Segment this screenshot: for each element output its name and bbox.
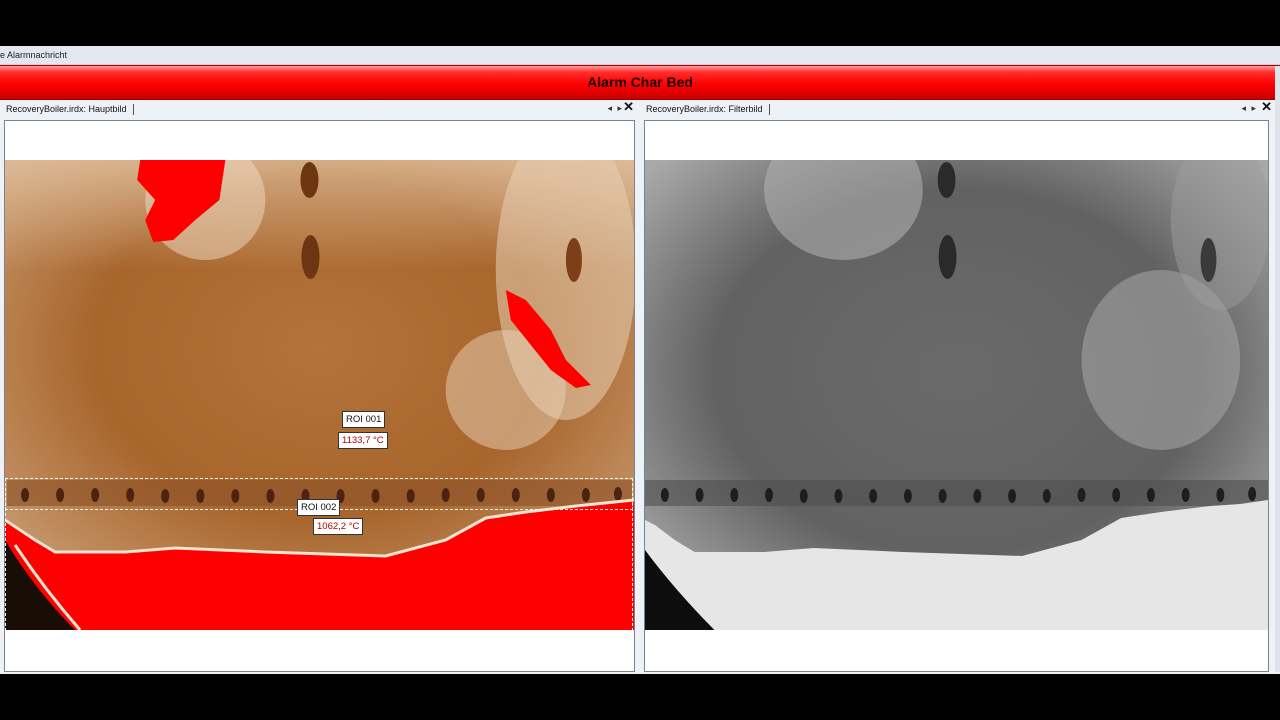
tab-next-icon[interactable]: ▸ xyxy=(1251,102,1256,114)
tab-next-icon[interactable]: ▸ xyxy=(617,102,622,114)
alarm-banner: Alarm Char Bed xyxy=(0,65,1280,100)
filter-image-panel: RecoveryBoiler.irdx: Filterbild ◂ ▸ ✕ xyxy=(640,100,1276,674)
roi-002-temperature: 1062,2 °C xyxy=(313,518,364,535)
main-image-tabbar: RecoveryBoiler.irdx: Hauptbild ◂ ▸ ✕ xyxy=(0,100,638,119)
roi-001-label: ROI 001 xyxy=(342,411,386,428)
filter-image-tabbar: RecoveryBoiler.irdx: Filterbild ◂ ▸ ✕ xyxy=(640,100,1276,119)
alarm-message-strip[interactable]: lle Alarmnachricht xyxy=(0,46,1280,65)
application-window: lle Alarmnachricht Alarm Char Bed Recove… xyxy=(0,46,1280,674)
alarm-title: Alarm Char Bed xyxy=(587,74,693,90)
alarm-message-label: lle Alarmnachricht xyxy=(0,50,68,60)
tab-prev-icon[interactable]: ◂ xyxy=(1241,102,1246,114)
tab-main-image[interactable]: RecoveryBoiler.irdx: Hauptbild xyxy=(6,104,134,115)
main-image-panel: RecoveryBoiler.irdx: Hauptbild ◂ ▸ ✕ ROI… xyxy=(0,100,638,674)
main-image-viewport[interactable]: ROI 001 1133,7 °C ROI 002 1062,2 °C xyxy=(4,120,635,672)
filter-image-viewport[interactable] xyxy=(644,120,1269,672)
roi-002-label: ROI 002 xyxy=(297,499,341,516)
vertical-scrollbar[interactable] xyxy=(1275,66,1280,672)
roi-001-temperature: 1133,7 °C xyxy=(338,432,388,449)
close-icon[interactable]: ✕ xyxy=(623,100,634,114)
close-icon[interactable]: ✕ xyxy=(1261,100,1272,114)
filtered-image[interactable] xyxy=(645,160,1268,630)
tab-filter-image[interactable]: RecoveryBoiler.irdx: Filterbild xyxy=(646,104,770,115)
tab-prev-icon[interactable]: ◂ xyxy=(607,102,612,114)
